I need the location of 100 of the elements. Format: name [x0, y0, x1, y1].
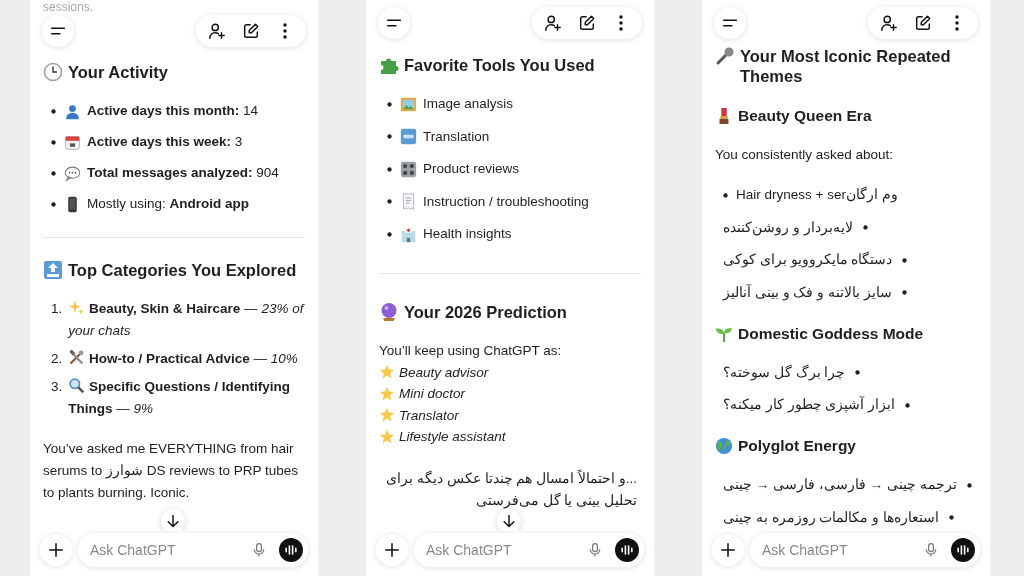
list-item-text: ابزار آشپزی چطور کار میکنه؟ — [723, 395, 895, 415]
sparkles-icon — [68, 299, 86, 316]
star-icon — [379, 385, 395, 402]
section-heading: Top Categories You Explored — [68, 260, 297, 280]
star-icon — [379, 364, 395, 381]
bullet-icon — [902, 257, 908, 263]
add-person-icon — [544, 14, 562, 32]
add-button[interactable] — [712, 534, 744, 566]
message-text: sessions. — [43, 0, 95, 14]
add-person-icon — [208, 22, 226, 40]
person-icon — [64, 102, 81, 120]
list-item-text: چرا برگ گل سوخته؟ — [723, 363, 846, 383]
microphone-icon — [715, 46, 735, 66]
edit-icon — [914, 14, 932, 32]
section-heading: Polyglot Energy — [738, 436, 856, 456]
down-arrow-icon — [165, 513, 181, 529]
section-heading: Your Activity — [68, 62, 168, 82]
list-item-text: Total messages analyzed: 904 — [87, 164, 279, 182]
bullet-icon — [855, 370, 861, 375]
scroll-down-button[interactable] — [161, 509, 185, 533]
calendar-icon — [64, 133, 81, 151]
menu-button[interactable] — [378, 7, 410, 39]
list-item-text: Beauty advisor — [399, 363, 489, 382]
message-field[interactable]: Ask ChatGPT — [78, 533, 308, 567]
paragraph-text: You consistently asked about: — [715, 146, 895, 164]
bullet-icon — [723, 192, 728, 198]
add-button[interactable] — [40, 534, 72, 566]
bullet-icon — [901, 290, 907, 295]
star-icon — [379, 407, 395, 424]
microphone-icon[interactable] — [923, 542, 939, 558]
bullet-icon — [387, 199, 392, 204]
section-heading: Beauty Queen Era — [738, 106, 872, 126]
waveform-icon — [283, 542, 299, 558]
more-icon — [955, 15, 959, 31]
microphone-icon[interactable] — [251, 542, 267, 558]
list-item-text: Active days this month: 14 — [87, 102, 259, 120]
list-number: 1. — [51, 300, 63, 318]
more-icon — [283, 23, 287, 39]
list-item-text: Active days this week: 3 — [87, 133, 243, 151]
list-item-text: Specific Questions / Identifying Things — 9% — [68, 376, 292, 418]
section-heading: Favorite Tools You Used — [404, 55, 595, 75]
message-field[interactable]: Ask ChatGPT — [750, 533, 980, 567]
list-item-text: Health insights — [423, 225, 512, 243]
list-item-text: Image analysis — [423, 95, 514, 113]
tile-icon — [400, 128, 417, 145]
plus-icon — [719, 541, 737, 559]
list-item-text: How-to / Practical Advice — 10% — [68, 348, 298, 370]
list-item-text: Product reviews — [423, 160, 520, 178]
list-item-text: استعاره‌ها و مکالمات روزمره به چینی — [723, 508, 939, 528]
list-item-text: Translation — [423, 127, 490, 146]
list-item-text: لایه‌بردار و روشن‌کننده — [723, 218, 853, 238]
crystal-ball-icon — [379, 302, 399, 322]
plus-icon — [47, 541, 65, 559]
bullet-icon — [51, 201, 56, 207]
section-heading: Domestic Goddess Mode — [738, 323, 924, 344]
edit-icon — [242, 22, 260, 40]
down-arrow-icon — [501, 513, 517, 529]
list-item-text: Hair dryness + serوم ارگان — [736, 185, 898, 205]
clock-icon — [43, 62, 63, 82]
bullet-icon — [966, 482, 972, 488]
list-item-text: Mini doctor — [399, 385, 466, 403]
add-button[interactable] — [376, 534, 408, 566]
magnifier-icon — [68, 377, 86, 394]
list-item-text: Mostly using: Android app — [87, 195, 250, 213]
bullet-icon — [387, 231, 392, 237]
menu-button[interactable] — [42, 15, 74, 47]
bullet-icon — [51, 108, 56, 114]
globe-icon — [715, 437, 733, 455]
plus-icon — [383, 541, 401, 559]
bullet-icon — [948, 515, 954, 520]
add-person-icon — [880, 14, 898, 32]
bullet-icon — [862, 225, 868, 230]
list-item-text: Translator — [399, 406, 459, 425]
section-heading: Your 2026 Prediction — [404, 302, 567, 322]
microphone-icon[interactable] — [587, 542, 603, 558]
list-number: 2. — [51, 350, 63, 368]
waveform-icon — [619, 542, 635, 558]
bullet-icon — [905, 402, 910, 408]
menu-button[interactable] — [714, 7, 746, 39]
list-number: 3. — [51, 378, 63, 396]
paragraph-text: ...و احتمالاً امسال هم چندتا عکس دیگه برای تحلیل بینی یا گل می‌فرستی — [385, 468, 638, 511]
list-item-text: دستگاه مایکروویو برای کوکی — [723, 250, 893, 270]
waveform-icon — [955, 542, 971, 558]
more-icon — [619, 15, 623, 31]
paragraph-text: You’ll keep using ChatGPT as: — [379, 342, 563, 360]
list-item-text: سایز بالاتنه و فک و بینی آنالیز — [723, 283, 892, 303]
list-item-text: Lifestyle assistant — [399, 428, 506, 446]
star-icon — [379, 428, 395, 445]
list-item-text: ترجمه چینی → فارسی، فارسی → چینی — [723, 476, 957, 495]
list-item-text: Instruction / troubleshooting — [423, 192, 589, 211]
bullet-icon — [51, 170, 56, 176]
list-item-text: Beauty, Skin & Haircare — 23% of your chats — [68, 298, 305, 340]
scroll-down-button[interactable] — [497, 509, 521, 533]
tools-icon — [68, 349, 86, 366]
edit-icon — [578, 14, 596, 32]
bullet-icon — [387, 101, 392, 107]
message-field[interactable]: Ask ChatGPT — [414, 533, 644, 567]
hospital-icon — [400, 225, 417, 243]
bullet-icon — [387, 134, 392, 139]
framed-picture-icon — [400, 95, 417, 113]
